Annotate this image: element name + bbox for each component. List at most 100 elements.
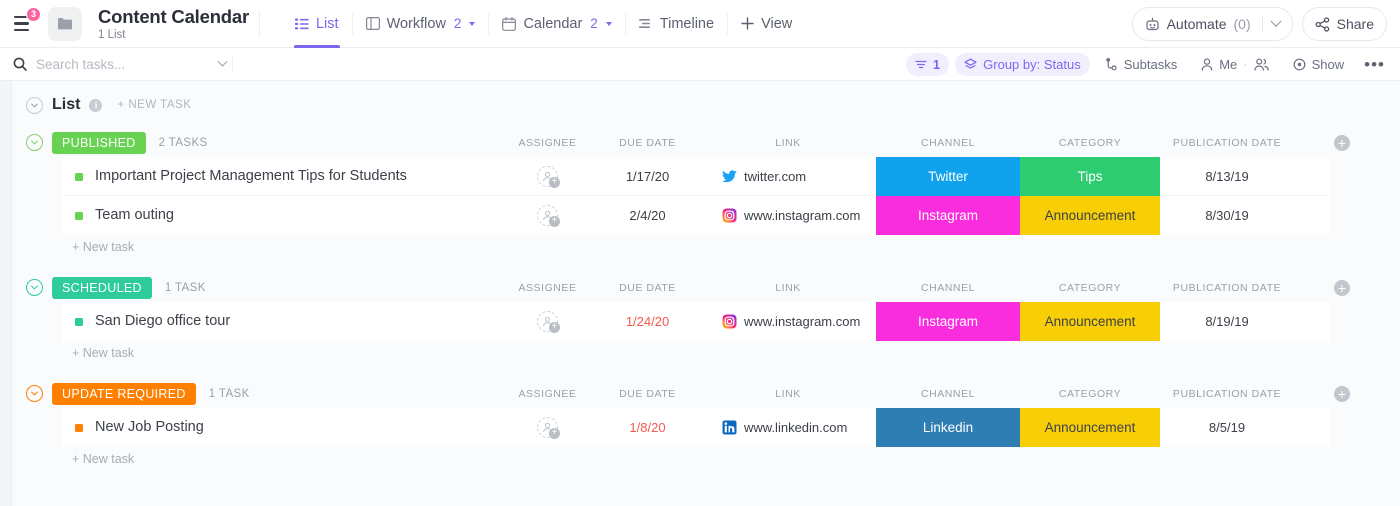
task-name[interactable]: Team outing xyxy=(95,207,174,223)
channel-cell[interactable]: Instagram xyxy=(876,302,1020,341)
status-badge[interactable]: PUBLISHED xyxy=(52,132,146,154)
header-divider xyxy=(259,11,260,37)
column-header-category[interactable]: CATEGORY xyxy=(1020,273,1160,302)
category-cell[interactable]: Announcement xyxy=(1020,302,1160,341)
column-header-category[interactable]: CATEGORY xyxy=(1020,128,1160,157)
link-cell[interactable]: www.linkedin.com xyxy=(700,408,876,447)
add-assignee-icon[interactable]: + xyxy=(537,205,558,226)
list-body: List i + NEW TASK PUBLISHED2 TASKSASSIGN… xyxy=(0,81,1400,506)
column-header-assignee[interactable]: ASSIGNEE xyxy=(480,128,615,157)
chevron-down-icon[interactable] xyxy=(606,22,612,26)
group-collapse-icon[interactable] xyxy=(26,134,43,151)
tab-list[interactable]: List xyxy=(282,0,352,48)
column-header-category[interactable]: CATEGORY xyxy=(1020,379,1160,408)
chevron-down-icon[interactable] xyxy=(469,22,475,26)
add-assignee-icon[interactable]: + xyxy=(537,417,558,438)
share-label: Share xyxy=(1337,16,1374,32)
column-header-due_date[interactable]: DUE DATE xyxy=(580,379,715,408)
group-by-chip[interactable]: Group by: Status xyxy=(955,53,1090,76)
table-row[interactable]: New Job Posting +1/8/20www.linkedin.comLi… xyxy=(62,408,1330,447)
folder-icon[interactable] xyxy=(48,7,82,41)
column-header-publication_date[interactable]: PUBLICATION DATE xyxy=(1160,379,1294,408)
tab-add-view[interactable]: View xyxy=(728,0,805,48)
me-chip[interactable]: Me · xyxy=(1192,53,1277,76)
column-header-assignee[interactable]: ASSIGNEE xyxy=(480,379,615,408)
link-cell[interactable]: www.instagram.com xyxy=(700,302,876,341)
group-collapse-icon[interactable] xyxy=(26,279,43,296)
twitter-icon xyxy=(722,170,737,183)
subtask-icon xyxy=(1105,58,1118,71)
status-badge[interactable]: SCHEDULED xyxy=(52,277,152,299)
column-header-channel[interactable]: CHANNEL xyxy=(876,128,1020,157)
notification-badge[interactable]: 3 xyxy=(26,7,41,22)
task-status-dot xyxy=(75,212,83,220)
column-header-link[interactable]: LINK xyxy=(700,379,876,408)
table-row[interactable]: Team outing +2/4/20www.instagram.comInsta… xyxy=(62,196,1330,235)
tab-calendar-label: Calendar xyxy=(523,16,582,32)
new-task-row[interactable]: + New task xyxy=(0,447,1400,471)
column-header-due_date[interactable]: DUE DATE xyxy=(580,273,715,302)
sidebar-toggle-button[interactable]: 3 xyxy=(0,0,46,48)
category-cell[interactable]: Tips xyxy=(1020,157,1160,196)
chevron-down-circle-icon[interactable] xyxy=(26,97,43,114)
column-headers: ASSIGNEEDUE DATELINKCHANNELCATEGORYPUBLI… xyxy=(0,128,1400,157)
column-header-channel[interactable]: CHANNEL xyxy=(876,273,1020,302)
due-date-cell[interactable]: 1/24/20 xyxy=(580,302,715,341)
group-collapse-icon[interactable] xyxy=(26,385,43,402)
new-task-row[interactable]: + New task xyxy=(0,341,1400,365)
tab-timeline[interactable]: Timeline xyxy=(626,0,727,48)
tab-workflow[interactable]: Workflow 2 xyxy=(353,0,489,48)
tab-calendar[interactable]: Calendar 2 xyxy=(489,0,624,48)
column-header-due_date[interactable]: DUE DATE xyxy=(580,128,715,157)
category-cell[interactable]: Announcement xyxy=(1020,196,1160,235)
column-header-channel[interactable]: CHANNEL xyxy=(876,379,1020,408)
add-column-button[interactable]: + xyxy=(1334,386,1350,402)
me-label: Me xyxy=(1219,57,1237,72)
publication-date-cell[interactable]: 8/30/19 xyxy=(1160,196,1294,235)
task-groups: PUBLISHED2 TASKSASSIGNEEDUE DATELINKCHAN… xyxy=(0,128,1400,471)
add-assignee-icon[interactable]: + xyxy=(537,166,558,187)
link-cell[interactable]: twitter.com xyxy=(700,157,876,196)
status-badge[interactable]: UPDATE REQUIRED xyxy=(52,383,196,405)
share-icon xyxy=(1315,17,1330,32)
column-header-publication_date[interactable]: PUBLICATION DATE xyxy=(1160,273,1294,302)
column-header-link[interactable]: LINK xyxy=(700,128,876,157)
search-icon xyxy=(13,57,27,71)
subtasks-chip[interactable]: Subtasks xyxy=(1096,53,1186,76)
automate-button[interactable]: Automate (0) xyxy=(1132,7,1293,41)
show-chip[interactable]: Show xyxy=(1284,53,1354,76)
filter-chip[interactable]: 1 xyxy=(906,53,949,76)
due-date-cell[interactable]: 2/4/20 xyxy=(580,196,715,235)
due-date-cell[interactable]: 1/8/20 xyxy=(580,408,715,447)
due-date-cell[interactable]: 1/17/20 xyxy=(580,157,715,196)
app-header: 3 Content Calendar 1 List List Workflow … xyxy=(0,0,1400,48)
column-header-assignee[interactable]: ASSIGNEE xyxy=(480,273,615,302)
chevron-down-icon[interactable] xyxy=(218,56,228,66)
new-task-button[interactable]: + NEW TASK xyxy=(117,99,191,111)
category-cell[interactable]: Announcement xyxy=(1020,408,1160,447)
search-box[interactable] xyxy=(0,57,232,72)
task-name[interactable]: Important Project Management Tips for St… xyxy=(95,168,407,184)
add-assignee-icon[interactable]: + xyxy=(537,311,558,332)
channel-cell[interactable]: Instagram xyxy=(876,196,1020,235)
chevron-down-icon[interactable] xyxy=(1270,16,1281,27)
column-header-link[interactable]: LINK xyxy=(700,273,876,302)
new-task-row[interactable]: + New task xyxy=(0,235,1400,259)
column-header-publication_date[interactable]: PUBLICATION DATE xyxy=(1160,128,1294,157)
add-column-button[interactable]: + xyxy=(1334,135,1350,151)
publication-date-cell[interactable]: 8/5/19 xyxy=(1160,408,1294,447)
info-icon[interactable]: i xyxy=(89,99,102,112)
share-button[interactable]: Share xyxy=(1302,7,1387,41)
more-options-button[interactable]: ••• xyxy=(1359,60,1390,70)
channel-cell[interactable]: Twitter xyxy=(876,157,1020,196)
publication-date-cell[interactable]: 8/19/19 xyxy=(1160,302,1294,341)
channel-cell[interactable]: Linkedin xyxy=(876,408,1020,447)
table-row[interactable]: Important Project Management Tips for St… xyxy=(62,157,1330,196)
publication-date-cell[interactable]: 8/13/19 xyxy=(1160,157,1294,196)
task-name[interactable]: San Diego office tour xyxy=(95,313,230,329)
task-name[interactable]: New Job Posting xyxy=(95,419,204,435)
add-column-button[interactable]: + xyxy=(1334,280,1350,296)
table-row[interactable]: San Diego office tour +1/24/20www.instagr… xyxy=(62,302,1330,341)
link-cell[interactable]: www.instagram.com xyxy=(700,196,876,235)
search-input[interactable] xyxy=(36,57,196,72)
